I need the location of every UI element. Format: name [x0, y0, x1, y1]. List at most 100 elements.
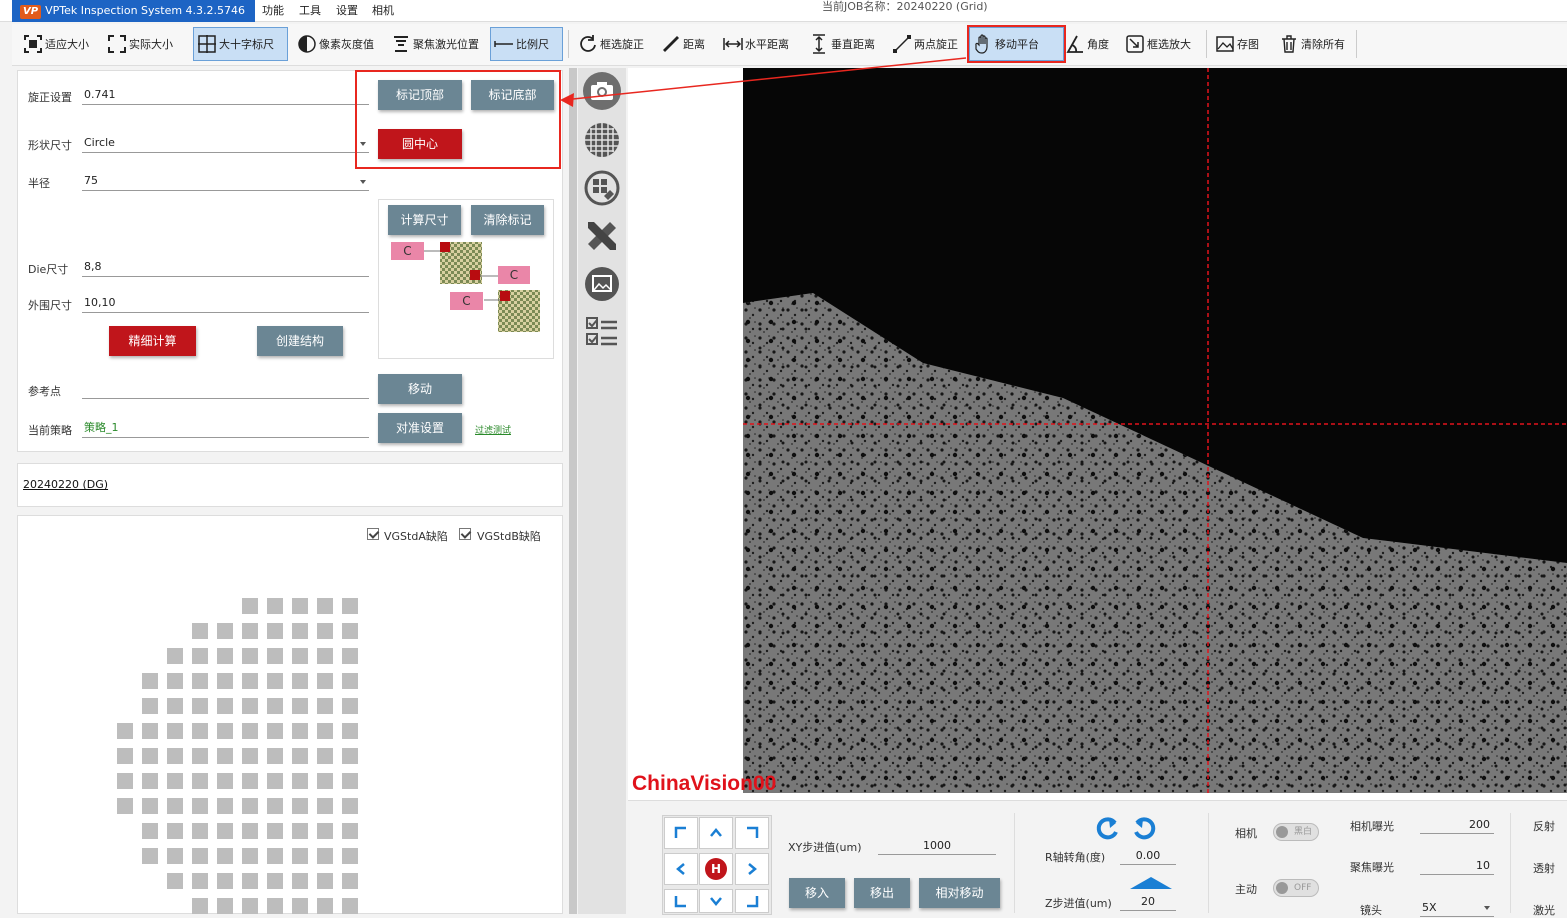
- die-cell[interactable]: [217, 798, 233, 814]
- die-cell[interactable]: [292, 773, 308, 789]
- zoom-select-button[interactable]: 框选放大: [1122, 27, 1194, 61]
- checklist-icon[interactable]: [582, 312, 622, 352]
- die-cell[interactable]: [292, 623, 308, 639]
- radius-select[interactable]: 75: [82, 171, 369, 191]
- die-cell[interactable]: [217, 648, 233, 664]
- die-size-input[interactable]: 8,8: [82, 257, 369, 277]
- die-cell[interactable]: [242, 823, 258, 839]
- clear-mark-button[interactable]: 清除标记: [471, 205, 544, 235]
- die-cell[interactable]: [142, 723, 158, 739]
- rotate-select-button[interactable]: 框选旋正: [575, 27, 647, 61]
- die-cell[interactable]: [192, 823, 208, 839]
- die-cell[interactable]: [317, 873, 333, 889]
- relative-move-button[interactable]: 相对移动: [919, 878, 1000, 908]
- create-struct-button[interactable]: 创建结构: [257, 326, 343, 356]
- die-cell[interactable]: [342, 873, 358, 889]
- defect-b-checkbox[interactable]: [459, 528, 471, 540]
- die-cell[interactable]: [167, 773, 183, 789]
- fit-size-button[interactable]: 适应大小: [20, 27, 92, 61]
- die-cell[interactable]: [117, 773, 133, 789]
- die-cell[interactable]: [292, 848, 308, 864]
- die-cell[interactable]: [317, 773, 333, 789]
- die-cell[interactable]: [217, 823, 233, 839]
- camera-mode-toggle[interactable]: 黑白: [1273, 823, 1319, 841]
- shape-size-select[interactable]: Circle: [82, 133, 369, 153]
- die-cell[interactable]: [242, 873, 258, 889]
- die-cell[interactable]: [342, 648, 358, 664]
- outer-size-input[interactable]: 10,10: [82, 293, 369, 313]
- wafer-grid-icon[interactable]: [582, 168, 622, 208]
- die-cell[interactable]: [167, 648, 183, 664]
- die-cell[interactable]: [317, 823, 333, 839]
- die-cell[interactable]: [242, 623, 258, 639]
- die-cell[interactable]: [292, 648, 308, 664]
- die-cell[interactable]: [342, 673, 358, 689]
- die-cell[interactable]: [192, 748, 208, 764]
- die-cell[interactable]: [217, 723, 233, 739]
- filter-test-link[interactable]: 过滤测试: [475, 423, 511, 436]
- move-left-button[interactable]: [664, 853, 698, 885]
- die-cell[interactable]: [167, 823, 183, 839]
- mark-top-button[interactable]: 标记顶部: [378, 80, 462, 110]
- die-cell[interactable]: [342, 623, 358, 639]
- die-cell[interactable]: [292, 598, 308, 614]
- die-cell[interactable]: [192, 873, 208, 889]
- fine-calc-button[interactable]: 精细计算: [109, 326, 196, 356]
- menu-tools[interactable]: 工具: [299, 0, 321, 22]
- die-cell[interactable]: [267, 673, 283, 689]
- die-cell[interactable]: [192, 848, 208, 864]
- rotate-setting-input[interactable]: 0.741: [82, 85, 369, 105]
- die-cell[interactable]: [242, 748, 258, 764]
- vertical-distance-button[interactable]: 垂直距离: [806, 27, 878, 61]
- die-cell[interactable]: [342, 598, 358, 614]
- crosshair-button[interactable]: 大十字标尺: [193, 27, 288, 61]
- align-settings-button[interactable]: 对准设置: [378, 413, 462, 443]
- die-cell[interactable]: [317, 598, 333, 614]
- die-cell[interactable]: [267, 648, 283, 664]
- move-down-left-button[interactable]: [664, 889, 698, 913]
- die-cell[interactable]: [142, 748, 158, 764]
- die-cell[interactable]: [292, 748, 308, 764]
- die-cell[interactable]: [167, 748, 183, 764]
- die-cell[interactable]: [317, 848, 333, 864]
- die-cell[interactable]: [267, 748, 283, 764]
- image-frame-icon[interactable]: [582, 264, 622, 304]
- die-cell[interactable]: [267, 798, 283, 814]
- move-right-button[interactable]: [735, 853, 769, 885]
- die-cell[interactable]: [192, 673, 208, 689]
- die-cell[interactable]: [317, 898, 333, 914]
- die-cell[interactable]: [242, 598, 258, 614]
- die-cell[interactable]: [192, 698, 208, 714]
- die-cell[interactable]: [342, 723, 358, 739]
- angle-button[interactable]: 角度: [1062, 27, 1112, 61]
- tools-icon[interactable]: [582, 216, 622, 256]
- die-cell[interactable]: [167, 798, 183, 814]
- die-cell[interactable]: [167, 873, 183, 889]
- z-step-input[interactable]: 20: [1120, 893, 1176, 911]
- die-cell[interactable]: [267, 773, 283, 789]
- move-in-button[interactable]: 移入: [789, 878, 845, 908]
- die-cell[interactable]: [217, 773, 233, 789]
- job-link[interactable]: 20240220 (DG): [23, 478, 108, 491]
- die-cell[interactable]: [242, 773, 258, 789]
- die-cell[interactable]: [267, 623, 283, 639]
- rotate-cw-icon[interactable]: [1131, 815, 1157, 841]
- die-cell[interactable]: [342, 848, 358, 864]
- calc-size-button[interactable]: 计算尺寸: [388, 205, 461, 235]
- lens-select[interactable]: 5X: [1420, 899, 1494, 917]
- die-cell[interactable]: [267, 823, 283, 839]
- scale-bar-button[interactable]: 比例尺: [490, 27, 563, 61]
- horizontal-distance-button[interactable]: 水平距离: [720, 27, 792, 61]
- die-cell[interactable]: [317, 648, 333, 664]
- die-cell[interactable]: [167, 698, 183, 714]
- panel-splitter[interactable]: [569, 68, 577, 914]
- die-cell[interactable]: [242, 673, 258, 689]
- move-up-button[interactable]: [699, 817, 733, 849]
- die-cell[interactable]: [292, 898, 308, 914]
- pixel-gray-button[interactable]: 像素灰度值: [294, 27, 377, 61]
- move-out-button[interactable]: 移出: [854, 878, 910, 908]
- die-cell[interactable]: [142, 773, 158, 789]
- die-cell[interactable]: [267, 898, 283, 914]
- two-point-rotate-button[interactable]: 两点旋正: [889, 27, 961, 61]
- move-stage-button[interactable]: 移动平台: [967, 25, 1066, 63]
